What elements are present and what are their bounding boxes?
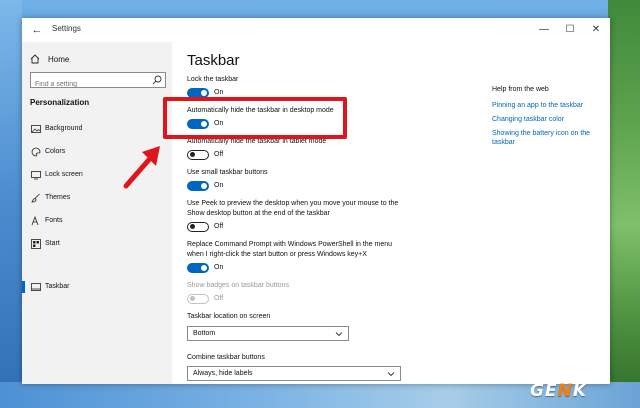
setting-label: Replace Command Prompt with Windows Powe… [187, 241, 393, 258]
setting-label: Lock the taskbar [187, 76, 239, 83]
setting-label: Use Peek to preview the desktop when you… [187, 200, 399, 217]
sidebar-item-label: Taskbar [45, 283, 70, 290]
toggle-state: Off [214, 151, 224, 158]
main-content: Taskbar Lock the taskbar On Automaticall… [172, 42, 610, 384]
sidebar-item-label: Themes [45, 194, 71, 201]
help-title: Help from the web [492, 86, 549, 93]
lock-screen-icon [31, 171, 41, 180]
help-link-battery[interactable]: Showing the battery icon on the taskbar [492, 129, 602, 147]
highlight-annotation-box [163, 97, 347, 139]
sidebar-item-fonts[interactable]: Fonts [22, 212, 172, 230]
window-title: Settings [52, 24, 81, 33]
toggle-powershell[interactable] [187, 263, 209, 273]
close-button[interactable]: ✕ [588, 23, 604, 37]
toggle-state: On [214, 182, 224, 189]
genk-watermark-logo: GENK [530, 380, 587, 402]
chevron-down-icon [387, 372, 395, 377]
minimize-button[interactable]: — [536, 23, 552, 37]
sidebar-item-background[interactable]: Background [22, 120, 172, 138]
home-nav[interactable]: Home [30, 52, 69, 66]
image-icon [31, 125, 41, 133]
taskbar-icon [31, 283, 41, 291]
dropdown-value: Bottom [193, 330, 216, 337]
dropdown-value: Always, hide labels [193, 370, 253, 377]
maximize-button[interactable]: ☐ [562, 23, 578, 37]
sidebar-item-label: Fonts [45, 217, 63, 224]
toggle-state: Off [214, 295, 224, 302]
taskbar-location-dropdown[interactable]: Bottom [187, 326, 349, 341]
chevron-down-icon [335, 332, 343, 337]
sidebar-item-themes[interactable]: Themes [22, 189, 172, 207]
red-arrow-annotation-icon [123, 146, 160, 189]
setting-label: Taskbar location on screen [187, 313, 271, 320]
toggle-badges [187, 294, 209, 304]
sidebar-item-label: Colors [45, 148, 66, 155]
search-box[interactable] [30, 72, 166, 92]
setting-label: Show badges on taskbar buttons [187, 282, 289, 289]
help-panel: Help from the web Pinning an app to the … [492, 86, 602, 152]
setting-label: Use small taskbar buttons [187, 169, 268, 176]
title-bar: ← Settings — ☐ ✕ [22, 18, 610, 42]
palette-icon [31, 147, 41, 157]
home-icon [30, 54, 40, 64]
toggle-peek[interactable] [187, 222, 209, 232]
help-link-color[interactable]: Changing taskbar color [492, 115, 602, 124]
toggle-state: On [214, 264, 224, 271]
watermark-text: GENK [530, 381, 587, 401]
help-link-pinning[interactable]: Pinning an app to the taskbar [492, 101, 602, 110]
sidebar-item-label: Lock screen [45, 171, 83, 178]
search-input[interactable] [31, 77, 141, 92]
toggle-state: On [214, 89, 224, 96]
combine-buttons-dropdown[interactable]: Always, hide labels [187, 366, 401, 381]
setting-label: Combine taskbar buttons [187, 354, 265, 361]
sidebar-item-label: Background [45, 125, 83, 132]
toggle-small-buttons[interactable] [187, 181, 209, 191]
page-title: Taskbar [187, 52, 240, 69]
back-arrow-icon[interactable]: ← [30, 23, 44, 37]
home-label: Home [48, 54, 70, 64]
sidebar: Home Personalization Background Colors [22, 42, 172, 384]
sidebar-item-start[interactable]: Start [22, 235, 172, 253]
desktop-background-left [0, 0, 22, 408]
start-icon [31, 239, 41, 249]
brush-icon [31, 193, 40, 203]
settings-window: ← Settings — ☐ ✕ Home Personalization Ba… [22, 18, 610, 384]
sidebar-item-taskbar[interactable]: Taskbar [22, 278, 172, 296]
section-heading: Personalization [30, 98, 90, 107]
font-icon [31, 216, 39, 226]
toggle-autohide-tablet[interactable] [187, 150, 209, 160]
desktop-background-right [608, 0, 640, 408]
search-icon[interactable] [152, 75, 162, 85]
toggle-state: Off [214, 223, 224, 230]
sidebar-item-label: Start [45, 240, 60, 247]
